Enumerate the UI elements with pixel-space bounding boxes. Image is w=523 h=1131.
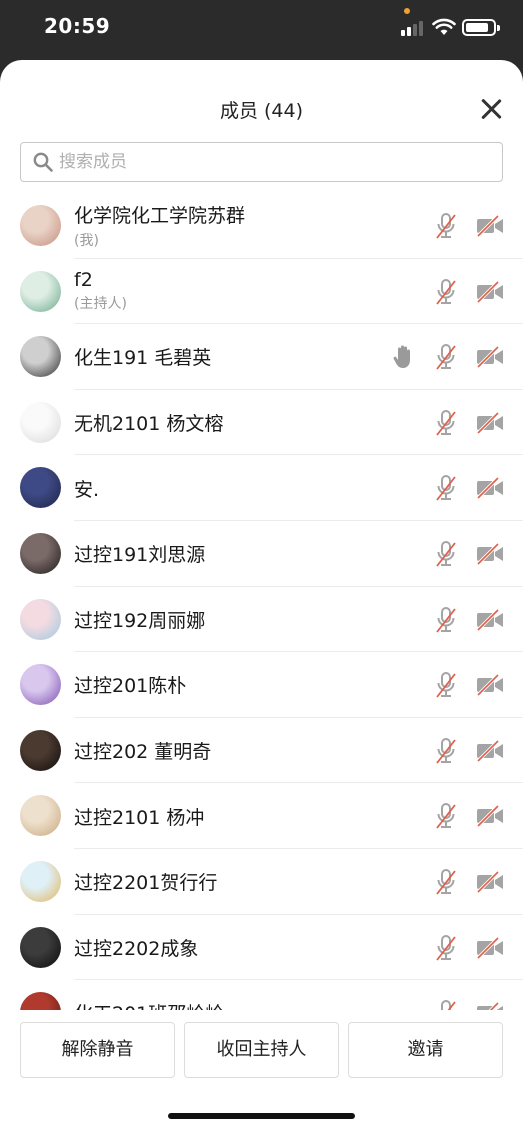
camera-off-icon[interactable] [476, 542, 504, 566]
search-input[interactable] [59, 147, 479, 177]
member-name: 化学院化工学院苏群 [74, 205, 246, 228]
avatar [20, 205, 61, 246]
member-info: 过控192周丽娜 [74, 587, 205, 653]
close-icon[interactable] [479, 97, 503, 121]
member-row[interactable]: 化学院化工学院苏群 (我) [0, 193, 523, 259]
member-row[interactable]: 安. [0, 455, 523, 521]
member-row[interactable]: 过控2201贺行行 [0, 849, 523, 915]
member-list: 化学院化工学院苏群 (我) f2 (主持人) 化生191 毛碧英 无机2101 杨文榕安… [0, 193, 523, 1013]
member-row[interactable]: 过控202 董明奇 [0, 718, 523, 784]
camera-off-icon[interactable] [476, 345, 504, 369]
search-icon [33, 152, 53, 172]
member-row[interactable]: 过控191刘思源 [0, 521, 523, 587]
cellular-signal-icon [401, 20, 423, 36]
member-info: 过控201陈朴 [74, 652, 186, 718]
member-name: 无机2101 杨文榕 [74, 413, 224, 436]
home-indicator [168, 1113, 355, 1119]
status-bar: 20:59 [0, 0, 523, 60]
avatar [20, 401, 61, 443]
camera-off-icon[interactable] [476, 936, 504, 959]
search-bar[interactable] [20, 142, 503, 182]
member-name: 安. [74, 478, 100, 501]
member-info: 化工201班邵岭岭 [74, 980, 224, 1013]
member-role: (主持人) [74, 296, 127, 313]
member-name: 过控202 董明奇 [74, 741, 212, 764]
camera-off-icon[interactable] [476, 805, 504, 828]
camera-off-icon[interactable] [476, 608, 504, 631]
member-info: 过控2101 杨冲 [74, 783, 204, 849]
mic-off-icon[interactable] [434, 934, 458, 962]
mic-off-icon[interactable] [434, 343, 458, 371]
member-row[interactable]: 过控2101 杨冲 [0, 783, 523, 849]
camera-off-icon[interactable] [476, 214, 504, 238]
mic-off-icon[interactable] [434, 802, 458, 830]
member-info: 安. [74, 455, 99, 521]
mic-off-icon[interactable] [434, 868, 458, 896]
avatar [20, 795, 61, 837]
member-name: 过控2201贺行行 [74, 872, 218, 895]
status-time: 20:59 [44, 14, 111, 38]
sheet-header: 成员 (44) [0, 60, 523, 140]
camera-off-icon[interactable] [476, 280, 504, 303]
mic-off-icon[interactable] [434, 606, 458, 634]
member-role: (我) [74, 233, 99, 250]
member-info: 化学院化工学院苏群 (我) [74, 193, 245, 259]
member-row[interactable]: 无机2101 杨文榕 [0, 390, 523, 456]
member-name: 过控191刘思源 [74, 544, 206, 567]
camera-off-icon[interactable] [476, 739, 504, 762]
avatar [20, 926, 61, 968]
wifi-icon [432, 18, 456, 35]
mic-off-icon[interactable] [434, 474, 458, 502]
member-info: 无机2101 杨文榕 [74, 390, 223, 456]
invite-button[interactable]: 邀请 [348, 1022, 503, 1078]
member-info: 过控2202成象 [74, 915, 198, 981]
mic-off-icon[interactable] [434, 409, 458, 437]
members-sheet: 成员 (44) 化学院化工学院苏群 (我) f2 (主持人) 化生191 毛碧英 无机2… [0, 60, 523, 1131]
member-name: 过控201陈朴 [74, 675, 187, 698]
member-row[interactable]: 化工201班邵岭岭 [0, 980, 523, 1013]
hand-icon [392, 344, 414, 370]
unmute-all-button[interactable]: 解除静音 [20, 1022, 175, 1078]
avatar [20, 532, 61, 574]
mic-off-icon[interactable] [434, 737, 458, 765]
footer-actions: 解除静音 收回主持人 邀请 [0, 1010, 523, 1131]
avatar [20, 598, 61, 640]
camera-off-icon[interactable] [476, 411, 504, 434]
avatar [20, 336, 61, 378]
mic-off-icon[interactable] [434, 212, 458, 240]
member-row[interactable]: 过控192周丽娜 [0, 587, 523, 653]
mic-off-icon[interactable] [434, 540, 458, 568]
camera-off-icon[interactable] [476, 477, 504, 500]
reclaim-host-button[interactable]: 收回主持人 [184, 1022, 339, 1078]
mic-off-icon[interactable] [434, 278, 458, 306]
member-name: f2 [74, 269, 93, 292]
avatar [20, 467, 61, 509]
member-row[interactable]: 过控2202成象 [0, 915, 523, 981]
member-row[interactable]: 化生191 毛碧英 [0, 324, 523, 390]
avatar [20, 270, 61, 312]
member-info: 过控202 董明奇 [74, 718, 211, 784]
member-name: 过控192周丽娜 [74, 609, 206, 632]
mic-off-icon[interactable] [434, 671, 458, 699]
camera-off-icon[interactable] [476, 870, 504, 894]
page-title: 成员 (44) [219, 100, 304, 122]
recording-indicator-dot [404, 8, 410, 14]
member-info: 过控191刘思源 [74, 521, 205, 587]
avatar [20, 729, 61, 771]
member-row[interactable]: f2 (主持人) [0, 259, 523, 325]
member-name: 过控2202成象 [74, 937, 199, 960]
battery-icon [462, 19, 500, 36]
camera-off-icon[interactable] [476, 673, 504, 697]
member-info: 过控2201贺行行 [74, 849, 217, 915]
avatar [20, 664, 61, 706]
avatar [20, 860, 61, 902]
member-info: 化生191 毛碧英 [74, 324, 211, 390]
member-row[interactable]: 过控201陈朴 [0, 652, 523, 718]
member-name: 过控2101 杨冲 [74, 806, 205, 829]
member-name: 化生191 毛碧英 [74, 347, 212, 370]
member-info: f2 (主持人) [74, 259, 127, 325]
